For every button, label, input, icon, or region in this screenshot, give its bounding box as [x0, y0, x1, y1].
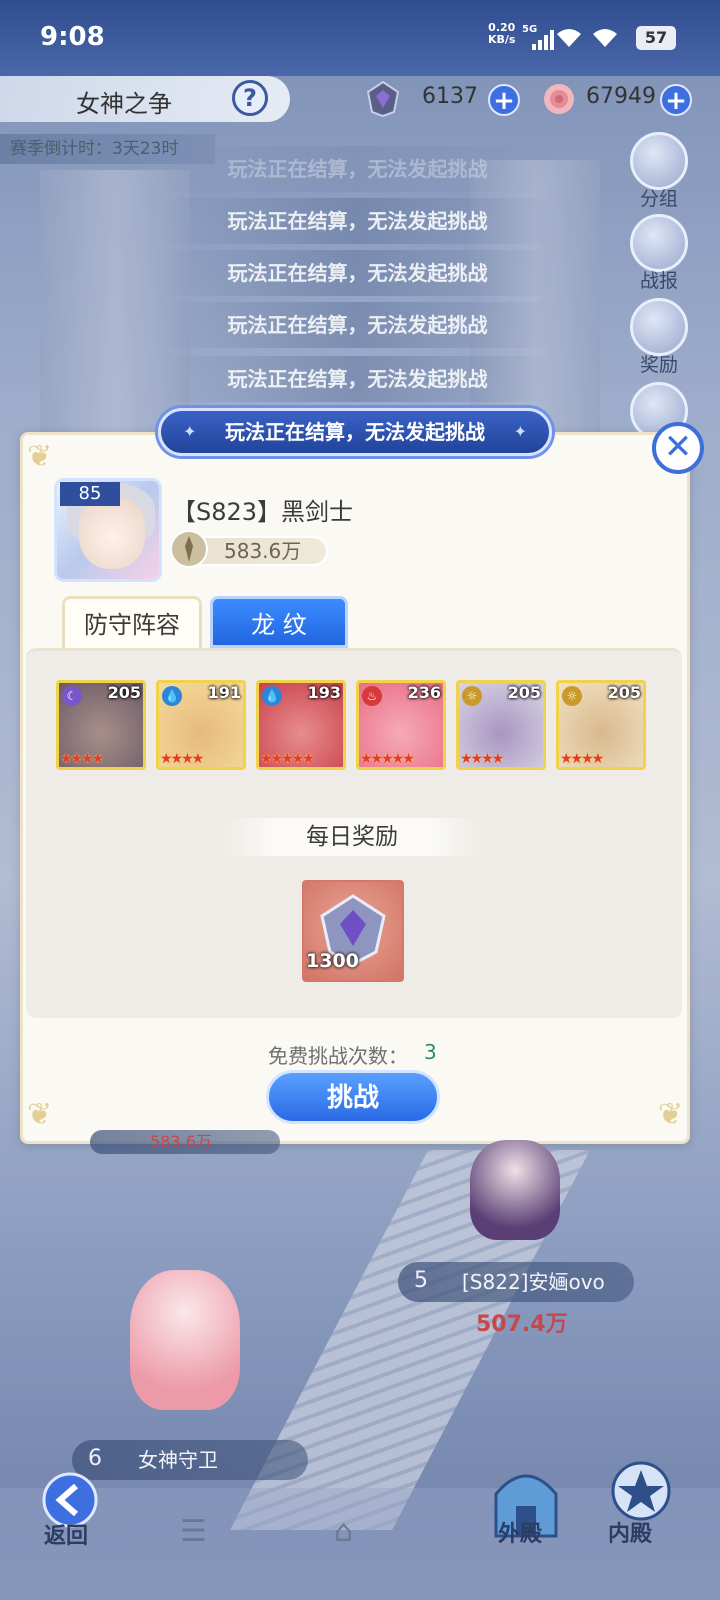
report-button[interactable]: [630, 214, 688, 272]
light-element-icon: ☼: [562, 686, 582, 706]
page-title: 女神之争: [76, 90, 172, 118]
hero-card[interactable]: ☾ 205 ★★★★: [56, 680, 146, 770]
hero-level: 205: [507, 683, 541, 702]
hero-level: 205: [607, 683, 641, 702]
daily-reward-title: 每日奖励: [222, 818, 482, 856]
rank-5-name[interactable]: [S822]安婳ovo: [398, 1262, 634, 1302]
rose-icon: [544, 84, 574, 114]
ornament-corner-icon: ❦: [27, 439, 53, 474]
wifi-icon-secondary: [593, 29, 617, 47]
signal-icon: [532, 30, 554, 50]
hero-card[interactable]: ♨ 236 ★★★★★: [356, 680, 446, 770]
rank-6-number: 6: [88, 1446, 102, 1471]
hero-card[interactable]: 💧 193 ★★★★★: [256, 680, 346, 770]
hero-stars: ★★★★: [60, 751, 104, 767]
rank-5-number: 5: [414, 1268, 428, 1293]
toast-message: 玩法正在结算，无法发起挑战: [160, 250, 555, 296]
power-icon: [170, 530, 208, 568]
rank-5-power: 507.4万: [476, 1312, 568, 1337]
free-challenges-count: 3: [424, 1040, 437, 1064]
player-name: 【S823】黑剑士: [172, 498, 354, 526]
player-level-badge: 85: [60, 482, 120, 506]
toast-message: 玩法正在结算，无法发起挑战: [160, 198, 555, 244]
rank-power-partial: 583.6万: [90, 1130, 280, 1154]
inner-hall-label[interactable]: 内殿: [608, 1516, 652, 1548]
reward-count: 1300: [306, 950, 359, 972]
menu-icon[interactable]: ☰: [180, 1514, 207, 1549]
free-challenges-label: 免费挑战次数：: [268, 1044, 408, 1068]
fire-element-icon: ♨: [362, 686, 382, 706]
close-button[interactable]: ✕: [652, 422, 704, 474]
ornament-corner-icon: ❦: [27, 1097, 53, 1132]
opponent-character[interactable]: [470, 1140, 560, 1240]
report-label: 战报: [639, 270, 678, 292]
network-speed: 0.20 KB/s: [488, 21, 516, 46]
battery-indicator: 57: [636, 26, 676, 50]
rose-currency-value: 67949: [586, 84, 656, 109]
water-element-icon: 💧: [262, 686, 282, 706]
toast-message-active: 玩法正在结算，无法发起挑战: [158, 408, 552, 456]
hero-card[interactable]: ☼ 205 ★★★★: [556, 680, 646, 770]
water-element-icon: 💧: [162, 686, 182, 706]
crest-icon: [366, 80, 400, 118]
rank-6-name[interactable]: 女神守卫: [72, 1440, 308, 1480]
back-label[interactable]: 返回: [44, 1518, 88, 1550]
hero-stars: ★★★★: [160, 751, 204, 767]
hero-card[interactable]: 💧 191 ★★★★: [156, 680, 246, 770]
help-button[interactable]: ?: [232, 80, 268, 116]
toast-message: 玩法正在结算，无法发起挑战: [160, 302, 555, 348]
outer-hall-label[interactable]: 外殿: [498, 1516, 542, 1548]
guard-character[interactable]: [130, 1270, 240, 1410]
hero-stars: ★★★★★: [360, 751, 415, 767]
group-button[interactable]: [630, 132, 688, 190]
toast-message: 玩法正在结算，无法发起挑战: [160, 146, 555, 192]
toast-message: 玩法正在结算，无法发起挑战: [160, 356, 555, 402]
hero-level: 236: [407, 683, 441, 702]
hero-level: 205: [107, 683, 141, 702]
add-crest-button[interactable]: +: [488, 84, 520, 116]
group-label: 分组: [639, 188, 678, 210]
light-element-icon: ☼: [462, 686, 482, 706]
challenge-button[interactable]: 挑战: [266, 1070, 440, 1124]
gift-label: 奖励: [639, 354, 678, 376]
home-icon[interactable]: ⌂: [334, 1514, 353, 1549]
hero-stars: ★★★★★: [260, 751, 315, 767]
tab-dragon-pattern[interactable]: 龙 纹: [210, 596, 348, 648]
hero-card[interactable]: ☼ 205 ★★★★: [456, 680, 546, 770]
status-time: 9:08: [40, 22, 105, 52]
hero-level: 193: [307, 683, 341, 702]
status-bar: 9:08 0.20 KB/s 5G 57: [0, 0, 720, 76]
moon-element-icon: ☾: [62, 686, 82, 706]
hero-stars: ★★★★: [460, 751, 504, 767]
tab-defense-lineup[interactable]: 防守阵容: [62, 596, 202, 648]
hero-level: 191: [207, 683, 241, 702]
ornament-corner-icon: ❦: [657, 1097, 683, 1132]
wifi-icon: [557, 29, 581, 47]
crest-currency-value: 6137: [422, 84, 478, 109]
add-rose-button[interactable]: +: [660, 84, 692, 116]
hero-stars: ★★★★: [560, 751, 604, 767]
gift-button[interactable]: [630, 298, 688, 356]
